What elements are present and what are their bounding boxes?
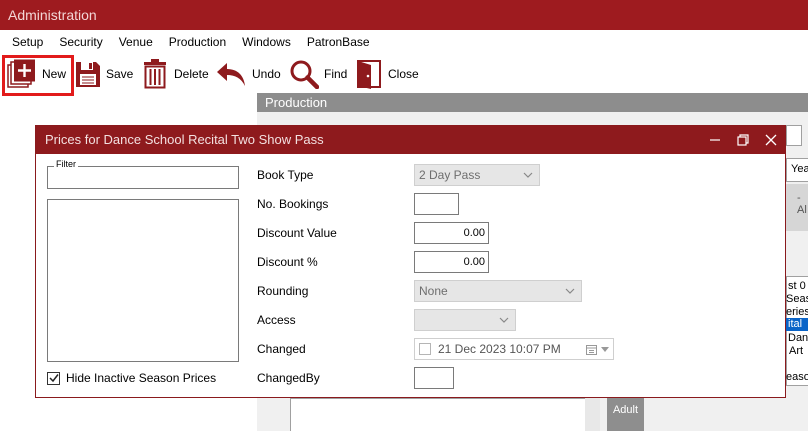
menu-venue[interactable]: Venue — [111, 30, 161, 54]
menu-production[interactable]: Production — [161, 30, 234, 54]
chevron-down-icon — [601, 347, 609, 352]
menu-setup[interactable]: Setup — [4, 30, 51, 54]
production-input-partial[interactable] — [786, 125, 802, 146]
no-bookings-label: No. Bookings — [257, 197, 329, 211]
production-year-fragment: Yea — [791, 163, 808, 175]
chevron-down-icon — [499, 317, 509, 323]
undo-icon — [217, 63, 245, 86]
close-button[interactable]: Close — [357, 58, 419, 90]
changed-value: 21 Dec 2023 10:07 PM — [438, 342, 561, 356]
menu-security[interactable]: Security — [51, 30, 110, 54]
production-list-item[interactable]: Dan — [788, 332, 808, 344]
hide-inactive-label: Hide Inactive Season Prices — [66, 371, 217, 385]
rounding-label: Rounding — [257, 284, 309, 298]
changedby-label: ChangedBy — [257, 371, 320, 385]
season-prices-list[interactable] — [47, 199, 239, 362]
menu-bar: Setup Security Venue Production Windows … — [0, 30, 808, 54]
production-list-item[interactable]: eries — [786, 306, 808, 318]
no-bookings-input[interactable] — [414, 193, 459, 215]
access-label: Access — [257, 313, 296, 327]
production-list-item[interactable]: Seas — [786, 293, 808, 305]
rounding-select[interactable]: None — [414, 280, 582, 302]
trash-icon — [144, 59, 166, 89]
price-category-adult-label: Adult — [612, 404, 639, 416]
production-grid-scrollbar[interactable] — [585, 398, 600, 431]
app-title-bar: Administration — [0, 0, 808, 30]
production-list-item[interactable]: Art — [789, 345, 803, 357]
filter-input[interactable] — [47, 166, 239, 189]
production-window-title: Production — [265, 95, 328, 110]
rounding-value: None — [419, 284, 448, 298]
changed-label: Changed — [257, 342, 306, 356]
search-icon — [290, 60, 319, 89]
save-label: Save — [106, 67, 134, 81]
delete-label: Delete — [174, 67, 209, 81]
close-icon — [765, 134, 777, 146]
minimize-icon — [710, 139, 720, 141]
find-label: Find — [324, 67, 348, 81]
find-button[interactable]: Find — [289, 58, 347, 90]
discount-value-label: Discount Value — [257, 226, 337, 240]
discount-percent-value: 0.00 — [463, 256, 485, 268]
restore-icon — [737, 134, 749, 146]
delete-button[interactable]: Delete — [143, 58, 209, 90]
production-window-header: Production — [257, 93, 808, 112]
close-label: Close — [388, 67, 419, 81]
prices-dialog-title-bar: Prices for Dance School Recital Two Show… — [36, 126, 785, 154]
save-icon — [76, 62, 100, 87]
maximize-button[interactable] — [729, 126, 757, 154]
chevron-down-icon — [523, 172, 533, 178]
production-list-item[interactable]: st 0 — [788, 280, 806, 292]
menu-windows[interactable]: Windows — [234, 30, 299, 54]
production-grid — [290, 398, 600, 431]
production-all-fragment: - Al — [797, 192, 807, 216]
prices-dialog-title: Prices for Dance School Recital Two Show… — [45, 132, 324, 147]
access-select[interactable] — [414, 309, 516, 331]
book-type-label: Book Type — [257, 168, 314, 182]
discount-value-input[interactable]: 0.00 — [414, 222, 489, 244]
dialog-close-button[interactable] — [757, 126, 785, 154]
minimize-button[interactable] — [701, 126, 729, 154]
filter-legend: Filter — [54, 159, 78, 169]
discount-percent-label: Discount % — [257, 255, 318, 269]
production-list-item-selected-text: ital — [788, 318, 803, 330]
changed-datepicker[interactable]: 21 Dec 2023 10:07 PM — [414, 338, 614, 360]
discount-percent-input[interactable]: 0.00 — [414, 251, 489, 273]
changed-checkbox[interactable] — [419, 343, 431, 355]
hide-inactive-checkbox[interactable] — [47, 371, 60, 385]
price-category-adult[interactable]: Adult — [607, 398, 644, 431]
checkmark-icon — [48, 374, 59, 383]
production-list-item[interactable]: easo — [786, 371, 808, 383]
menu-patronbase[interactable]: PatronBase — [299, 30, 378, 54]
toolbar: New Save Delete Undo Find Close — [0, 54, 808, 94]
changedby-input — [414, 367, 454, 389]
save-button[interactable]: Save — [75, 58, 133, 90]
new-button-highlight — [2, 55, 74, 96]
calendar-icon — [586, 345, 597, 355]
exit-door-icon — [357, 60, 381, 89]
book-type-select[interactable]: 2 Day Pass — [414, 164, 540, 186]
hide-inactive-checkbox-row[interactable]: Hide Inactive Season Prices — [47, 371, 216, 385]
prices-dialog: Prices for Dance School Recital Two Show… — [35, 125, 786, 398]
book-type-value: 2 Day Pass — [419, 168, 481, 182]
discount-value-value: 0.00 — [463, 227, 485, 239]
chevron-down-icon — [565, 288, 575, 294]
production-list-item-selected[interactable]: ital — [786, 318, 808, 331]
undo-label: Undo — [252, 67, 281, 81]
app-title: Administration — [8, 7, 97, 23]
undo-button[interactable]: Undo — [215, 58, 281, 90]
